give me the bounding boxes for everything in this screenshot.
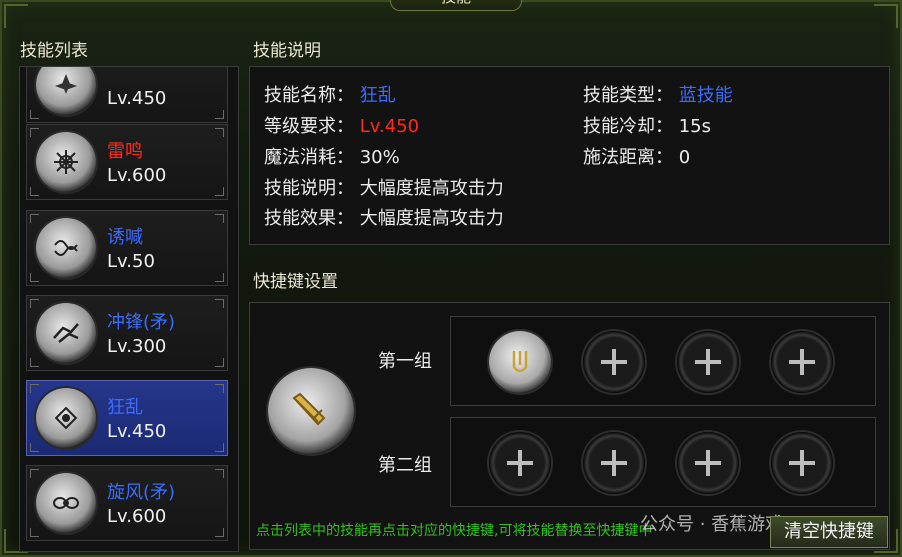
swirl-icon xyxy=(36,218,96,278)
plus-icon xyxy=(601,349,627,375)
skill-item[interactable]: Lv.450 xyxy=(26,67,228,123)
skill-type-row: 技能类型： 蓝技能 xyxy=(583,81,733,107)
plus-icon xyxy=(695,349,721,375)
hotkey-slot-empty[interactable] xyxy=(677,432,739,494)
skill-desc-row: 技能说明： 大幅度提高攻击力 xyxy=(264,174,504,200)
frenzy-icon xyxy=(36,388,96,448)
plus-icon xyxy=(507,450,533,476)
charge-icon xyxy=(36,303,96,363)
mana-cost-label: 魔法消耗： xyxy=(264,147,354,168)
cast-range-label: 施法距离： xyxy=(583,147,673,168)
hotkey-group-1 xyxy=(450,316,876,406)
group2-label: 第二组 xyxy=(378,455,432,476)
plus-icon xyxy=(789,349,815,375)
lotus-icon xyxy=(36,67,96,115)
skill-item[interactable]: 旋风(矛) Lv.600 xyxy=(26,465,228,541)
hotkey-group-2 xyxy=(450,417,876,507)
hotkey-slot-filled[interactable] xyxy=(489,331,551,393)
skill-desc-value: 大幅度提高攻击力 xyxy=(359,178,504,199)
skill-effect-value: 大幅度提高攻击力 xyxy=(359,208,504,229)
skill-level: Lv.50 xyxy=(107,251,155,272)
hotkey-slot-empty[interactable] xyxy=(771,331,833,393)
thunder-icon xyxy=(36,132,96,192)
window-title: 技能 xyxy=(390,0,522,11)
skill-type-value: 蓝技能 xyxy=(678,85,733,106)
hotkey-slot-empty[interactable] xyxy=(583,432,645,494)
clear-hotkeys-button[interactable]: 清空快捷键 xyxy=(770,516,888,548)
plus-icon xyxy=(789,450,815,476)
hotkey-slot-empty[interactable] xyxy=(489,432,551,494)
hotkey-slot-empty[interactable] xyxy=(771,432,833,494)
hotkey-slot-empty[interactable] xyxy=(583,331,645,393)
level-req-label: 等级要求： xyxy=(264,116,354,137)
skill-level: Lv.600 xyxy=(107,506,167,527)
skill-list-header: 技能列表 xyxy=(20,41,88,61)
skill-name: 雷鸣 xyxy=(107,141,143,162)
skill-level: Lv.450 xyxy=(107,88,167,109)
skill-item-selected[interactable]: 狂乱 Lv.450 xyxy=(26,380,228,456)
frame-corner xyxy=(874,4,898,28)
skill-type-label: 技能类型： xyxy=(583,85,673,106)
cast-range-value: 0 xyxy=(678,147,691,168)
skill-name-value: 狂乱 xyxy=(359,85,396,106)
watermark: 公众号 · 香蕉游戏 xyxy=(640,514,784,535)
level-req-value: Lv.450 xyxy=(359,116,420,137)
skill-name-row: 技能名称： 狂乱 xyxy=(264,81,396,107)
skill-desc-label: 技能说明： xyxy=(264,178,354,199)
skill-level: Lv.600 xyxy=(107,165,167,186)
hotkey-header: 快捷键设置 xyxy=(253,272,338,292)
mana-cost-row: 魔法消耗： 30% xyxy=(264,143,400,169)
level-req-row: 等级要求： Lv.450 xyxy=(264,112,419,138)
skill-name: 狂乱 xyxy=(107,397,143,418)
whirlwind-icon xyxy=(36,473,96,533)
skill-level: Lv.450 xyxy=(107,421,167,442)
skill-level: Lv.300 xyxy=(107,336,167,357)
skill-desc-header: 技能说明 xyxy=(253,41,321,61)
cooldown-row: 技能冷却： 15s xyxy=(583,112,711,138)
cooldown-label: 技能冷却： xyxy=(583,116,673,137)
frame-corner xyxy=(4,4,28,28)
skill-item[interactable]: 雷鸣 Lv.600 xyxy=(26,124,228,200)
cast-range-row: 施法距离： 0 xyxy=(583,143,690,169)
skill-name: 冲锋(矛) xyxy=(107,312,176,333)
skill-effect-row: 技能效果： 大幅度提高攻击力 xyxy=(264,204,504,230)
hotkey-hint: 点击列表中的技能再点击对应的快捷键,可将技能替换至快捷键中 xyxy=(256,523,653,539)
plus-icon xyxy=(601,450,627,476)
mana-cost-value: 30% xyxy=(359,147,400,168)
group1-label: 第一组 xyxy=(378,351,432,372)
skill-effect-label: 技能效果： xyxy=(264,208,354,229)
hotkey-slot-empty[interactable] xyxy=(677,331,739,393)
skill-item[interactable]: 冲锋(矛) Lv.300 xyxy=(26,295,228,371)
skill-item[interactable]: 诱喊 Lv.50 xyxy=(26,210,228,286)
skill-name: 诱喊 xyxy=(107,227,143,248)
sword-icon[interactable] xyxy=(268,368,354,454)
skill-name-label: 技能名称： xyxy=(264,85,354,106)
cooldown-value: 15s xyxy=(678,116,712,137)
skill-list[interactable]: Lv.450 雷鸣 Lv.600 诱喊 Lv.50 冲锋(矛) Lv.300 狂… xyxy=(19,66,239,552)
plus-icon xyxy=(695,450,721,476)
skill-name: 旋风(矛) xyxy=(107,482,176,503)
